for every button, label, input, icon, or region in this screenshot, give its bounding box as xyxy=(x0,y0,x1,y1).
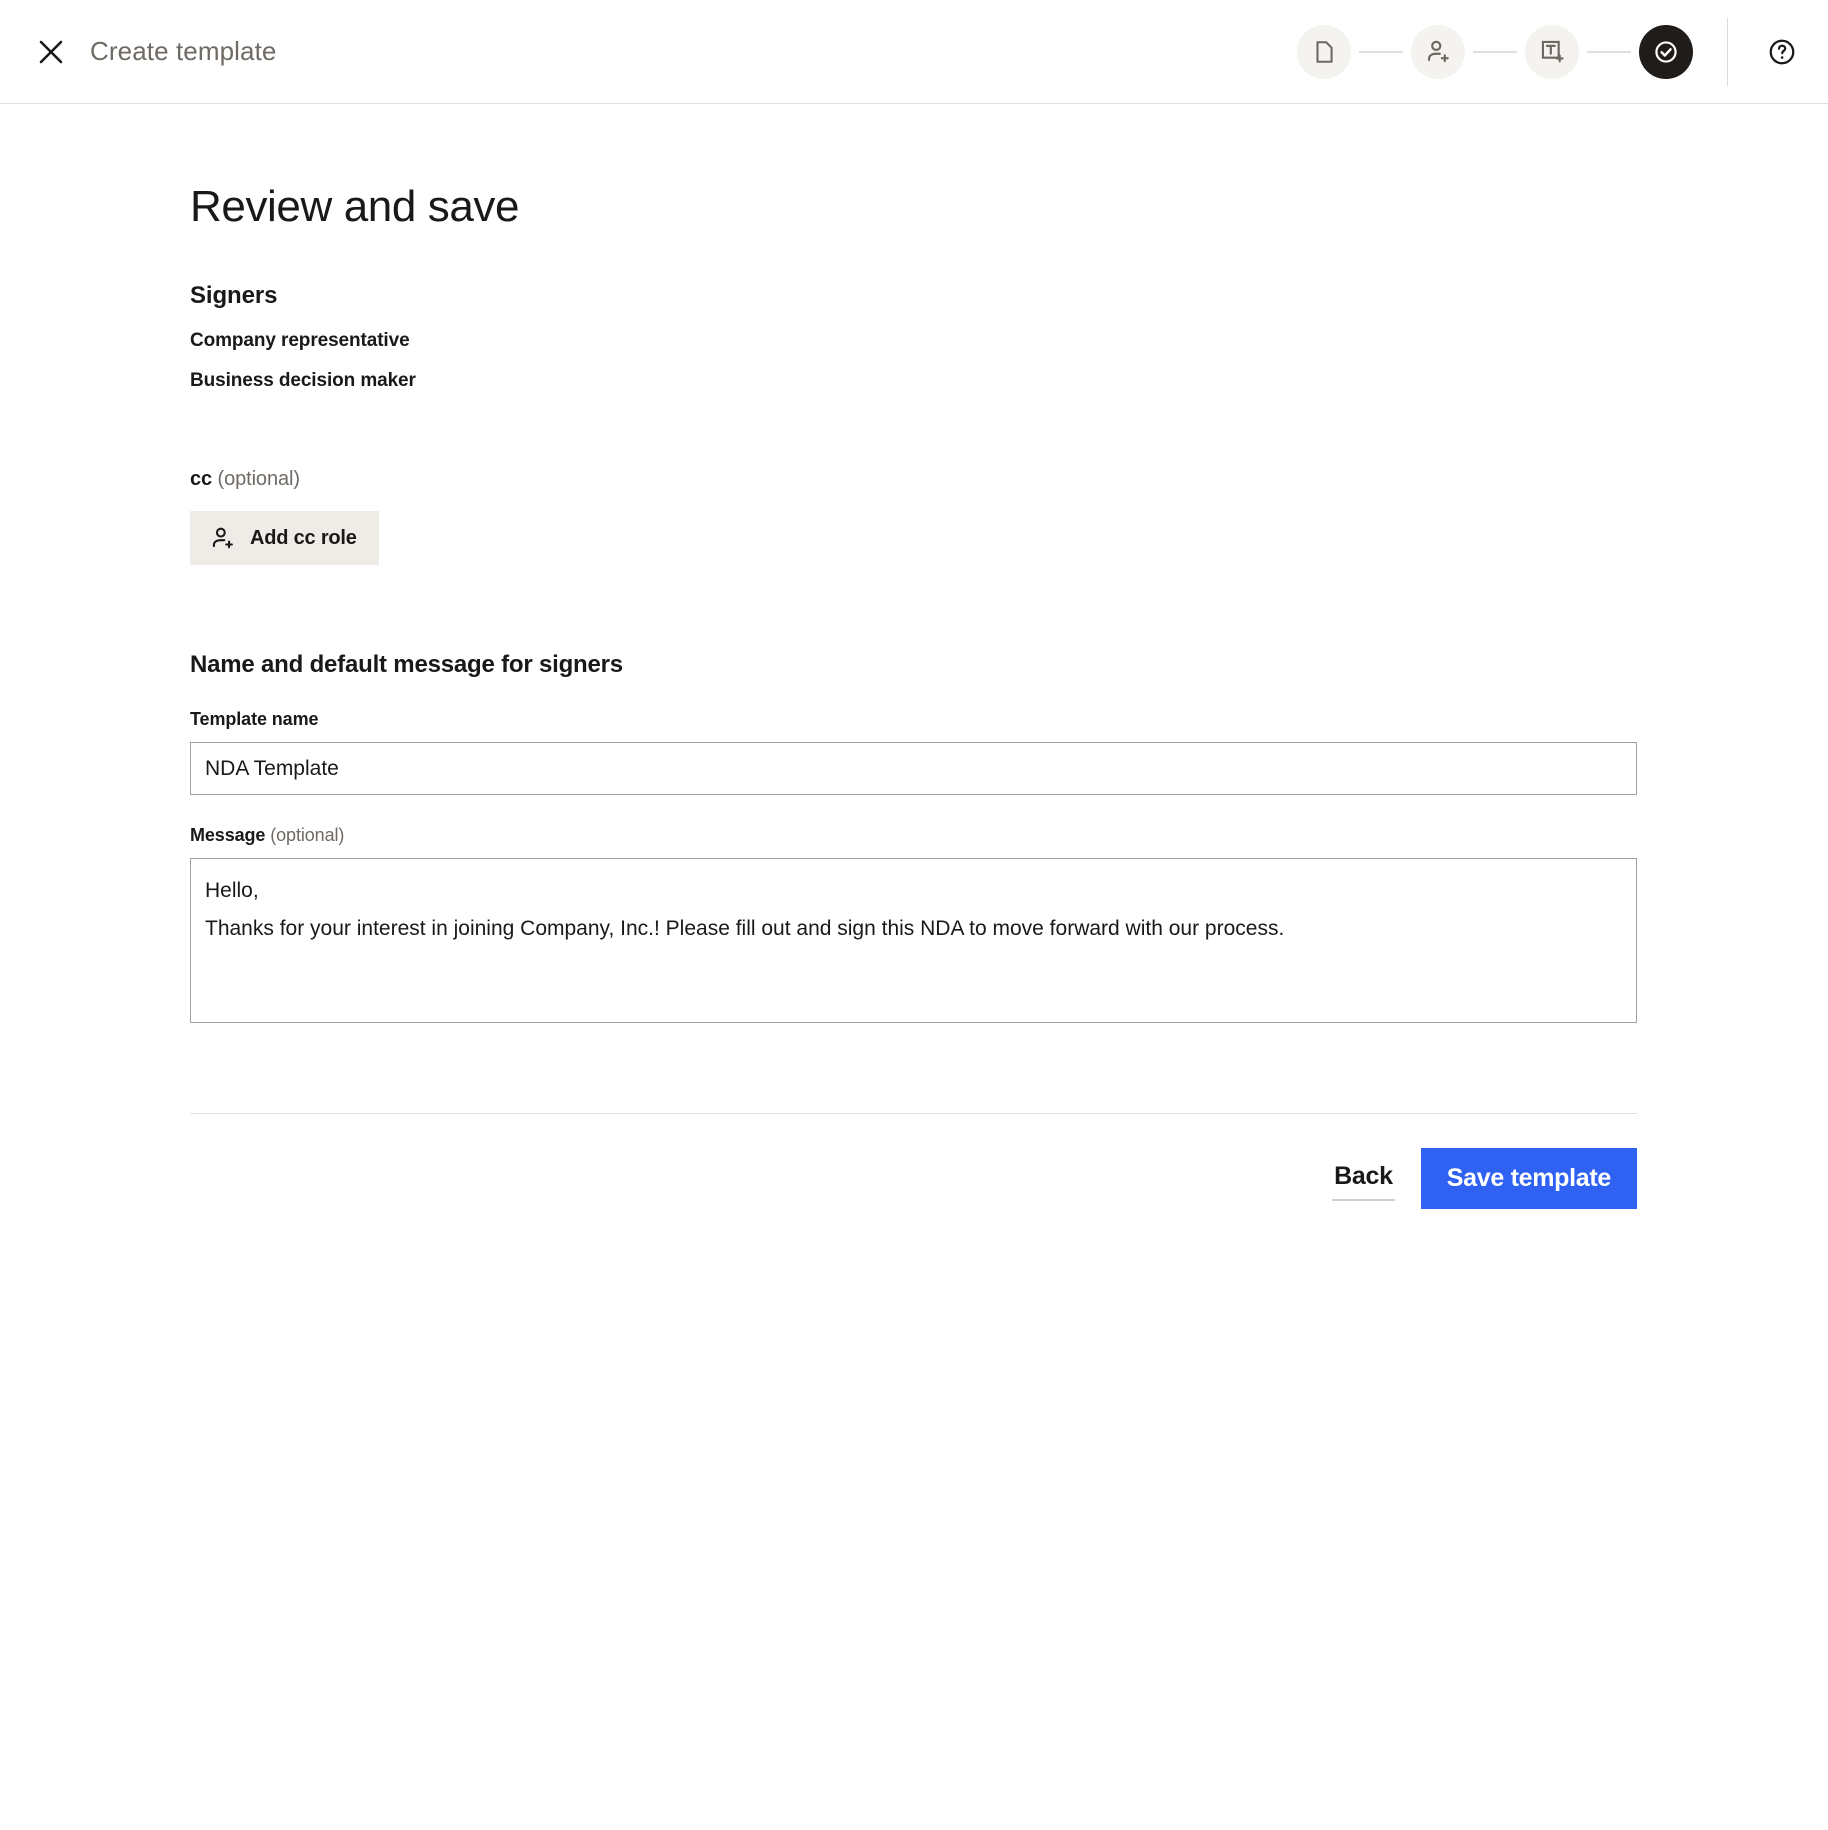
main-content: Review and save Signers Company represen… xyxy=(0,104,1828,1209)
cc-label-text: cc xyxy=(190,468,213,490)
step-add-fields[interactable] xyxy=(1525,24,1579,79)
close-icon-glyph xyxy=(39,40,63,63)
step-document[interactable] xyxy=(1297,24,1351,79)
signers-heading: Signers xyxy=(190,282,278,309)
content-column: Review and save Signers Company represen… xyxy=(0,104,1637,1209)
add-person-icon xyxy=(1427,40,1449,63)
check-circle-icon xyxy=(1655,40,1677,63)
message-textarea[interactable] xyxy=(190,858,1637,1023)
form-actions: Back Save template xyxy=(190,1148,1637,1209)
add-cc-role-button[interactable]: Add cc role xyxy=(190,511,379,565)
add-cc-role-label: Add cc role xyxy=(250,526,357,549)
template-name-label: Template name xyxy=(190,709,319,729)
page-flow-title: Create template xyxy=(90,36,277,66)
message-label: Message (optional) xyxy=(190,825,1450,846)
signer-role-item: Company representative xyxy=(190,330,410,351)
stepper-connector xyxy=(1359,50,1403,53)
header-left-group: Create template xyxy=(34,35,276,69)
cc-optional-text: (optional) xyxy=(217,468,300,490)
top-header-bar: Create template xyxy=(0,0,1828,104)
template-name-input[interactable] xyxy=(190,742,1637,795)
help-circle-icon-glyph xyxy=(1769,39,1795,64)
cc-label: cc (optional) xyxy=(190,468,1450,491)
stepper-connector xyxy=(1473,50,1517,53)
header-right-group xyxy=(1297,17,1802,86)
stepper-connector xyxy=(1587,50,1631,53)
step-add-signer[interactable] xyxy=(1411,24,1465,79)
message-optional-text: (optional) xyxy=(270,825,345,845)
close-icon[interactable] xyxy=(34,35,68,69)
header-divider xyxy=(1727,17,1728,86)
signer-role-item: Business decision maker xyxy=(190,370,416,391)
back-button[interactable]: Back xyxy=(1332,1156,1395,1201)
section-divider xyxy=(190,1113,1637,1114)
add-text-field-icon xyxy=(1541,40,1564,63)
progress-stepper xyxy=(1297,24,1693,79)
page-title: Review and save xyxy=(190,182,520,231)
step-review-and-save[interactable] xyxy=(1639,24,1693,79)
help-circle-icon[interactable] xyxy=(1762,32,1802,72)
document-icon xyxy=(1316,40,1333,63)
message-label-text: Message xyxy=(190,825,266,845)
save-template-button[interactable]: Save template xyxy=(1420,1148,1637,1209)
add-person-icon xyxy=(212,527,233,549)
name-and-message-heading: Name and default message for signers xyxy=(190,651,623,678)
